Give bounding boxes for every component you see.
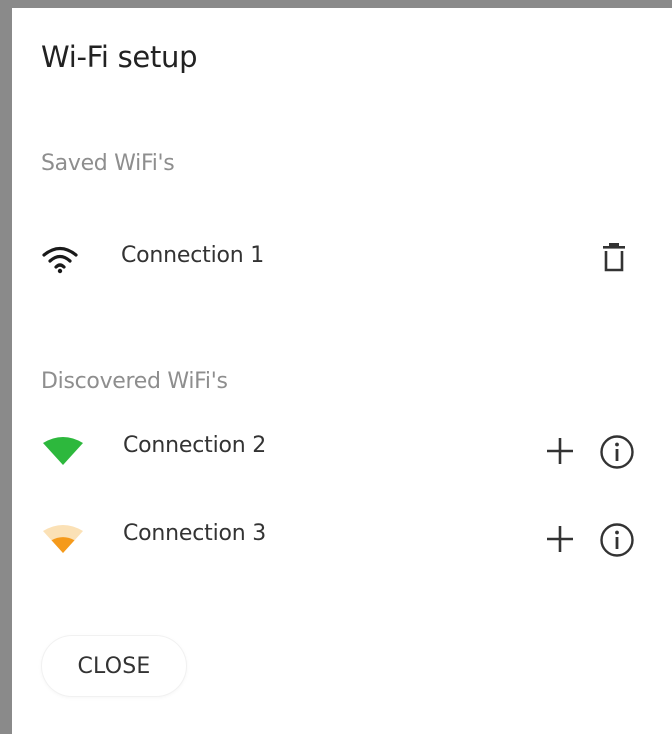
trash-icon[interactable] (601, 241, 627, 273)
wifi-name: Connection 3 (123, 521, 267, 546)
wifi-strong-icon (42, 434, 84, 466)
info-icon[interactable] (599, 434, 635, 470)
wifi-name: Connection 1 (121, 243, 265, 268)
saved-wifi-row[interactable]: Connection 1 (12, 230, 672, 286)
discovered-wifi-row[interactable]: Connection 2 (12, 420, 672, 476)
discovered-wifi-heading: Discovered WiFi's (41, 369, 228, 394)
add-icon[interactable] (545, 436, 575, 466)
wifi-medium-icon (42, 522, 84, 554)
discovered-wifi-row[interactable]: Connection 3 (12, 508, 672, 564)
saved-wifi-heading: Saved WiFi's (41, 151, 175, 176)
wifi-name: Connection 2 (123, 433, 267, 458)
info-icon[interactable] (599, 522, 635, 558)
add-icon[interactable] (545, 524, 575, 554)
wifi-full-icon (40, 244, 80, 274)
dialog-title: Wi-Fi setup (41, 40, 198, 74)
wifi-setup-dialog: Wi-Fi setup Saved WiFi's Connection 1 Di… (12, 8, 672, 734)
close-button[interactable]: CLOSE (42, 636, 186, 696)
